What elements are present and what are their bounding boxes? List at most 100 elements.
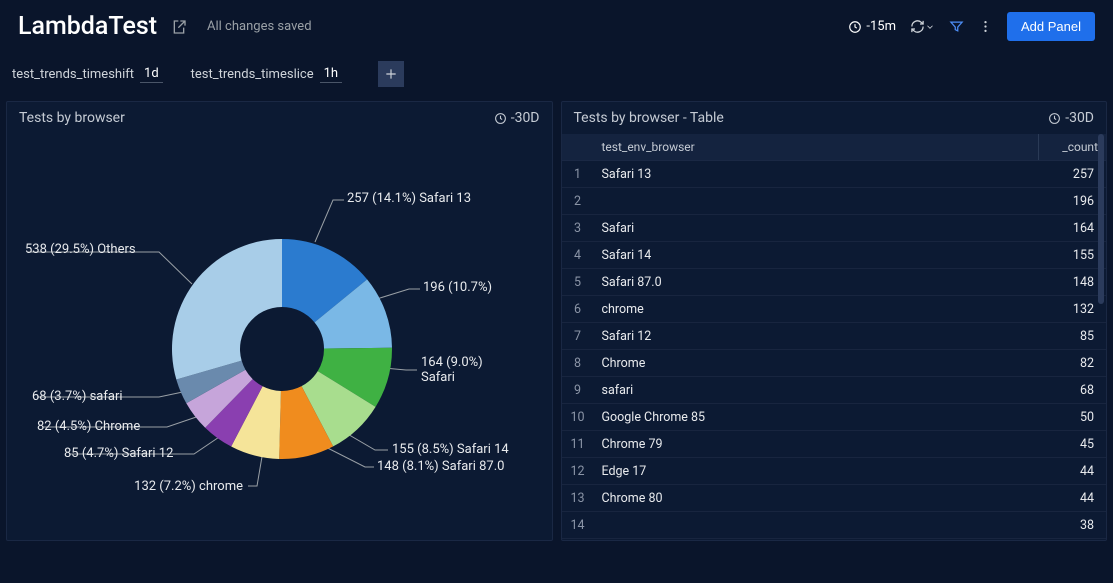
row-index: 12 (562, 464, 594, 479)
row-browser: Safari 87.0 (594, 275, 1039, 290)
row-browser: Chrome 79 (594, 437, 1039, 452)
table-row[interactable]: 4Safari 14155 (562, 242, 1107, 269)
plus-icon (384, 67, 398, 81)
row-browser: Safari 14 (594, 248, 1039, 263)
table-row[interactable]: 3Safari164 (562, 215, 1107, 242)
time-range-value: -15m (866, 19, 896, 34)
row-count: 257 (1038, 167, 1106, 182)
slice-label-blank: 196 (10.7%) (423, 280, 492, 295)
table-header: test_env_browser _count (562, 134, 1107, 161)
row-count: 38 (1038, 518, 1106, 533)
table-body[interactable]: 1Safari 1325721963Safari1644Safari 14155… (562, 161, 1107, 540)
panel-title: Tests by browser - Table (574, 110, 724, 126)
donut-chart[interactable]: 257 (14.1%) Safari 13 538 (29.5%) Others… (7, 134, 552, 540)
row-count: 132 (1038, 302, 1106, 317)
row-index: 10 (562, 410, 594, 425)
table-row[interactable]: 6chrome132 (562, 296, 1107, 323)
table-row[interactable]: 5Safari 87.0148 (562, 269, 1107, 296)
row-index: 3 (562, 221, 594, 236)
panel-tests-by-browser: Tests by browser -30D (6, 101, 553, 541)
table-row[interactable]: 14 38 (562, 512, 1107, 539)
time-range-picker[interactable]: -15m (848, 19, 896, 34)
row-count: 44 (1038, 464, 1106, 479)
clock-icon (1048, 112, 1061, 125)
variable-timeshift[interactable]: test_trends_timeshift 1d (12, 65, 163, 83)
row-count: 50 (1038, 410, 1106, 425)
table-row[interactable]: 7Safari 1285 (562, 323, 1107, 350)
donut-svg (162, 229, 402, 469)
row-count: 148 (1038, 275, 1106, 290)
row-index: 4 (562, 248, 594, 263)
table-row[interactable]: 12Edge 1744 (562, 458, 1107, 485)
row-index: 2 (562, 194, 594, 209)
row-count: 45 (1038, 437, 1106, 452)
column-count[interactable]: _count (1038, 134, 1106, 160)
slice-label-others: 538 (29.5%) Others (25, 242, 136, 257)
panel-header: Tests by browser - Table -30D (562, 102, 1107, 134)
variable-timeslice[interactable]: test_trends_timeslice 1h (191, 65, 342, 83)
row-index: 9 (562, 383, 594, 398)
share-icon[interactable] (171, 19, 187, 35)
slice-label-safari-a: 164 (9.0%) (421, 355, 483, 370)
row-count: 196 (1038, 194, 1106, 209)
row-count: 82 (1038, 356, 1106, 371)
row-browser: Safari (594, 221, 1039, 236)
header-right: -15m Add Panel (848, 12, 1095, 41)
clock-icon (848, 20, 862, 34)
row-count: 85 (1038, 329, 1106, 344)
table-row[interactable]: 2 196 (562, 188, 1107, 215)
save-status: All changes saved (207, 19, 312, 34)
row-browser: Chrome 80 (594, 491, 1039, 506)
table-row[interactable]: 8Chrome82 (562, 350, 1107, 377)
panel-body: test_env_browser _count 1Safari 13257219… (562, 134, 1107, 540)
row-browser: chrome (594, 302, 1039, 317)
table-row[interactable]: 13Chrome 8044 (562, 485, 1107, 512)
panel-time-range: -30D (1065, 110, 1094, 126)
row-count: 44 (1038, 491, 1106, 506)
row-index: 1 (562, 167, 594, 182)
page-title: LambdaTest (18, 12, 157, 41)
slice-label-safari14: 155 (8.5%) Safari 14 (392, 442, 509, 457)
row-browser: Chrome (594, 356, 1039, 371)
variable-label: test_trends_timeshift (12, 67, 134, 82)
variable-value[interactable]: 1d (140, 65, 163, 83)
row-count: 68 (1038, 383, 1106, 398)
scrollbar-thumb[interactable] (1098, 134, 1104, 304)
row-count: 155 (1038, 248, 1106, 263)
clock-icon (494, 112, 507, 125)
filter-button[interactable] (949, 19, 964, 34)
slice-label-safari-b: Safari (421, 370, 455, 385)
row-index: 5 (562, 275, 594, 290)
slice-label-safari-lc: 68 (3.7%) safari (32, 389, 123, 404)
slice-label-chrome-lc: 132 (7.2%) chrome (134, 479, 243, 494)
chevron-down-icon (925, 22, 935, 32)
row-index: 8 (562, 356, 594, 371)
panels-container: Tests by browser -30D (0, 101, 1113, 541)
slice-label-safari870: 148 (8.1%) Safari 87.0 (377, 459, 504, 474)
variable-value[interactable]: 1h (320, 65, 342, 83)
add-variable-button[interactable] (378, 61, 404, 87)
column-index (562, 134, 594, 160)
variable-row: test_trends_timeshift 1d test_trends_tim… (0, 53, 1113, 101)
table-row[interactable]: 11Chrome 7945 (562, 431, 1107, 458)
panel-tests-by-browser-table: Tests by browser - Table -30D test_env_b… (561, 101, 1108, 541)
table-row[interactable]: 9safari68 (562, 377, 1107, 404)
row-browser: Safari 12 (594, 329, 1039, 344)
row-index: 13 (562, 491, 594, 506)
row-index: 7 (562, 329, 594, 344)
variable-label: test_trends_timeslice (191, 67, 314, 82)
table-row[interactable]: 1Safari 13257 (562, 161, 1107, 188)
row-index: 11 (562, 437, 594, 452)
row-count: 164 (1038, 221, 1106, 236)
donut-slice[interactable] (172, 239, 282, 380)
row-index: 14 (562, 518, 594, 533)
column-browser[interactable]: test_env_browser (594, 134, 1039, 160)
row-browser: safari (594, 383, 1039, 398)
more-menu-button[interactable] (978, 19, 993, 34)
refresh-button[interactable] (910, 19, 935, 34)
slice-label-safari13: 257 (14.1%) Safari 13 (347, 191, 471, 206)
panel-header: Tests by browser -30D (7, 102, 552, 134)
add-panel-button[interactable]: Add Panel (1007, 12, 1095, 41)
row-browser: Safari 13 (594, 167, 1039, 182)
table-row[interactable]: 10Google Chrome 8550 (562, 404, 1107, 431)
